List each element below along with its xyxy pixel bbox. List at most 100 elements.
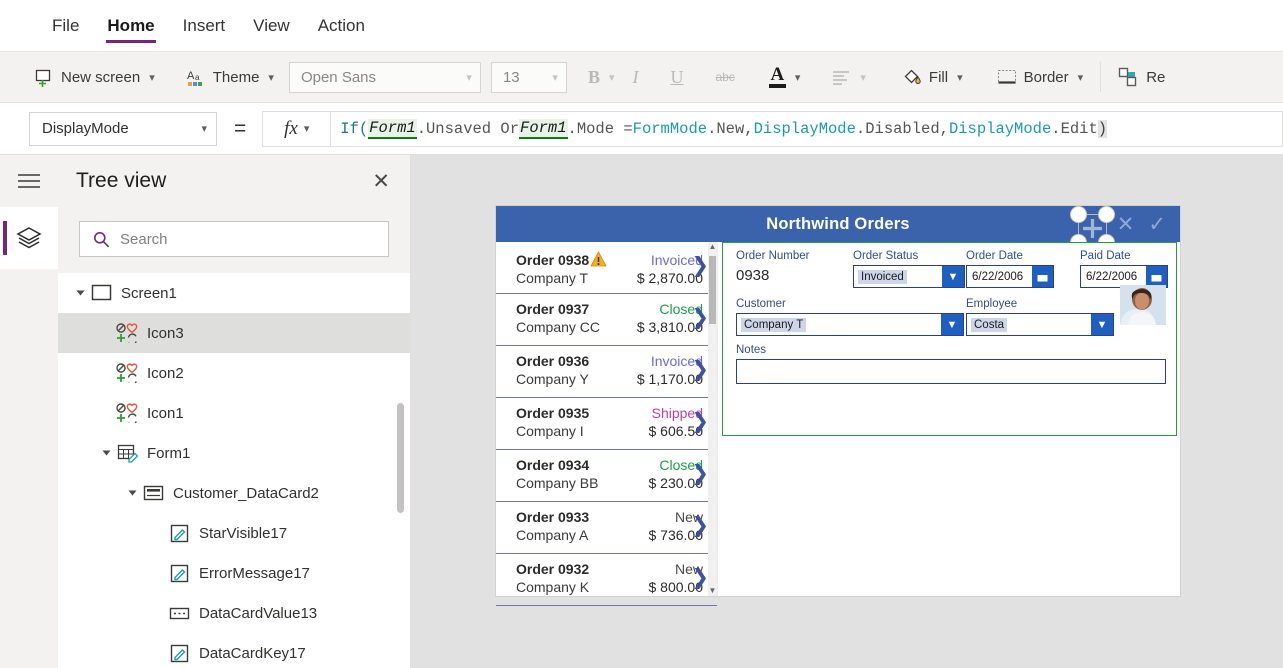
scroll-up-icon[interactable]: ▲ <box>708 242 717 252</box>
order-number-label: Order Number <box>736 250 810 262</box>
italic-button[interactable]: I <box>624 52 648 102</box>
datacard-icon <box>140 485 166 502</box>
tree-node-label: DataCardValue13 <box>199 604 318 622</box>
gallery-row-top: Order 0937 Closed <box>516 301 703 319</box>
app-body: Order 0938 Invoiced Company T $ 2,870.00 ❯ Or… <box>496 242 1180 606</box>
gallery-item[interactable]: Order 0936 Invoiced Company Y $ 1,170.00 ❯ <box>496 346 717 398</box>
expand-chevron-icon[interactable] <box>124 489 140 497</box>
tree-node-screen1[interactable]: Screen1 <box>58 273 410 313</box>
fx-button[interactable]: fx ▾ <box>262 110 331 147</box>
left-rail <box>0 155 58 668</box>
theme-button[interactable]: A a Theme ▾ <box>178 52 283 102</box>
order-date-input-wrap[interactable] <box>966 265 1054 288</box>
scroll-down-icon[interactable]: ▼ <box>708 586 717 596</box>
gallery-item[interactable]: Order 0935 Shipped Company I $ 606.50 ❯ <box>496 398 717 450</box>
tree-view-title: Tree view <box>76 169 167 192</box>
chevron-right-icon[interactable]: ❯ <box>691 515 709 536</box>
chevron-down-icon[interactable]: ▾ <box>609 71 615 84</box>
reorder-button[interactable]: Re <box>1109 52 1174 102</box>
tree-view-rail-button[interactable] <box>0 207 58 269</box>
menu-item-view[interactable]: View <box>239 0 304 52</box>
font-color-button[interactable]: A ▾ <box>760 52 810 102</box>
tree-node-icon2[interactable]: Icon2 <box>58 353 410 393</box>
chevron-right-icon[interactable]: ❯ <box>691 255 709 276</box>
gallery-scrollbar-thumb[interactable] <box>709 256 716 324</box>
expand-chevron-icon[interactable] <box>72 289 88 297</box>
property-select[interactable]: DisplayMode ▾ <box>29 111 217 146</box>
gallery-item[interactable]: Order 0937 Closed Company CC $ 3,810.00 ❯ <box>496 294 717 346</box>
chevron-down-icon[interactable]: ▾ <box>149 71 155 84</box>
chevron-down-icon[interactable]: ▾ <box>268 71 274 84</box>
property-select-value: DisplayMode <box>42 120 129 137</box>
tree-node-errormessage17[interactable]: ErrorMessage17 <box>58 553 410 593</box>
expand-chevron-icon[interactable] <box>98 449 114 457</box>
gallery-item[interactable]: Order 0933 New Company A $ 736.00 ❯ <box>496 502 717 554</box>
tree-node-label: Customer_DataCard2 <box>173 484 319 502</box>
underline-button[interactable]: U <box>662 52 693 102</box>
font-family-select[interactable]: Open Sans ▾ <box>288 61 481 93</box>
chevron-down-icon[interactable]: ▼ <box>1091 314 1113 335</box>
search-input[interactable] <box>120 230 388 248</box>
calendar-icon[interactable] <box>1032 266 1053 287</box>
chevron-right-icon[interactable]: ❯ <box>691 463 709 484</box>
close-icon[interactable]: ✕ <box>372 171 390 192</box>
chevron-down-icon[interactable]: ▾ <box>860 71 866 84</box>
cancel-icon[interactable]: ✕ <box>1117 214 1135 235</box>
gallery-row-bottom: Company Y $ 1,170.00 <box>516 371 703 387</box>
hamburger-menu-button[interactable] <box>0 155 58 207</box>
label-icon <box>166 564 192 583</box>
tree-node-datacardvalue13[interactable]: DataCardValue13 <box>58 593 410 633</box>
tree-scrollbar-thumb[interactable] <box>397 403 404 513</box>
formula-input[interactable]: If(Form1 .Unsaved Or Form1 .Mode = FormMod… <box>330 110 1283 147</box>
fill-button[interactable]: Fill ▾ <box>893 52 972 102</box>
tree-node-label: Screen1 <box>121 284 177 302</box>
border-button[interactable]: Border ▾ <box>988 52 1093 102</box>
tree-node-datacardkey17[interactable]: DataCardKey17 <box>58 633 410 668</box>
notes-input[interactable] <box>737 365 1165 378</box>
align-button[interactable]: ▾ <box>823 52 875 102</box>
menu-item-action[interactable]: Action <box>304 0 379 52</box>
notes-input-wrap[interactable] <box>736 359 1166 384</box>
tree-node-starvisible17[interactable]: StarVisible17 <box>58 513 410 553</box>
chevron-down-icon[interactable]: ▾ <box>957 71 963 84</box>
order-number: Order 0938 <box>516 252 590 268</box>
employee-dropdown[interactable]: Costa ▼ <box>966 313 1114 336</box>
order-date-input[interactable] <box>967 270 1032 283</box>
resize-handle-top-left[interactable] <box>1070 206 1087 223</box>
gallery-item[interactable]: Order 0932 New Company K $ 800.00 ❯ <box>496 554 717 606</box>
bold-button[interactable]: B ▾ <box>579 52 624 102</box>
customer-dropdown[interactable]: Company T ▼ <box>736 313 964 336</box>
menu-item-insert[interactable]: Insert <box>169 0 240 52</box>
check-icon[interactable]: ✓ <box>1148 214 1166 235</box>
chevron-down-icon[interactable]: ▾ <box>1078 71 1084 84</box>
new-screen-button[interactable]: New screen ▾ <box>26 52 164 102</box>
tree-node-form1[interactable]: Form1 <box>58 433 410 473</box>
font-size-select[interactable]: 13 ▾ <box>490 61 567 93</box>
tree-node-customer_datacard2[interactable]: Customer_DataCard2 <box>58 473 410 513</box>
search-box[interactable] <box>79 221 389 257</box>
reorder-icon <box>1118 67 1139 88</box>
strikethrough-button[interactable]: abc <box>707 52 744 102</box>
selection-adorner[interactable] <box>1070 206 1115 251</box>
gallery-item[interactable]: Order 0934 Closed Company BB $ 230.00 ❯ <box>496 450 717 502</box>
menu-item-file[interactable]: File <box>38 0 93 52</box>
form-icon <box>114 444 140 463</box>
gallery-scrollbar[interactable]: ▲ ▼ <box>708 242 717 596</box>
chevron-down-icon[interactable]: ▼ <box>941 314 963 335</box>
tree-node-icon1[interactable]: Icon1 <box>58 393 410 433</box>
chevron-right-icon[interactable]: ❯ <box>691 567 709 588</box>
gallery-item[interactable]: Order 0938 Invoiced Company T $ 2,870.00 ❯ <box>496 242 717 294</box>
chevron-right-icon[interactable]: ❯ <box>691 359 709 380</box>
paid-date-label: Paid Date <box>1080 250 1131 262</box>
calendar-icon[interactable] <box>1146 266 1167 287</box>
formula-token: Form1 <box>368 118 417 139</box>
resize-handle-top-right[interactable] <box>1098 206 1115 223</box>
chevron-down-icon[interactable]: ▾ <box>795 71 801 84</box>
chevron-down-icon[interactable]: ▼ <box>942 266 964 287</box>
menu-item-home[interactable]: Home <box>93 0 168 52</box>
tree-node-icon3[interactable]: Icon3 <box>58 313 410 353</box>
order-status-dropdown[interactable]: Invoiced ▼ <box>853 265 965 288</box>
chevron-right-icon[interactable]: ❯ <box>691 411 709 432</box>
paid-date-input[interactable] <box>1081 270 1146 283</box>
chevron-right-icon[interactable]: ❯ <box>691 307 709 328</box>
